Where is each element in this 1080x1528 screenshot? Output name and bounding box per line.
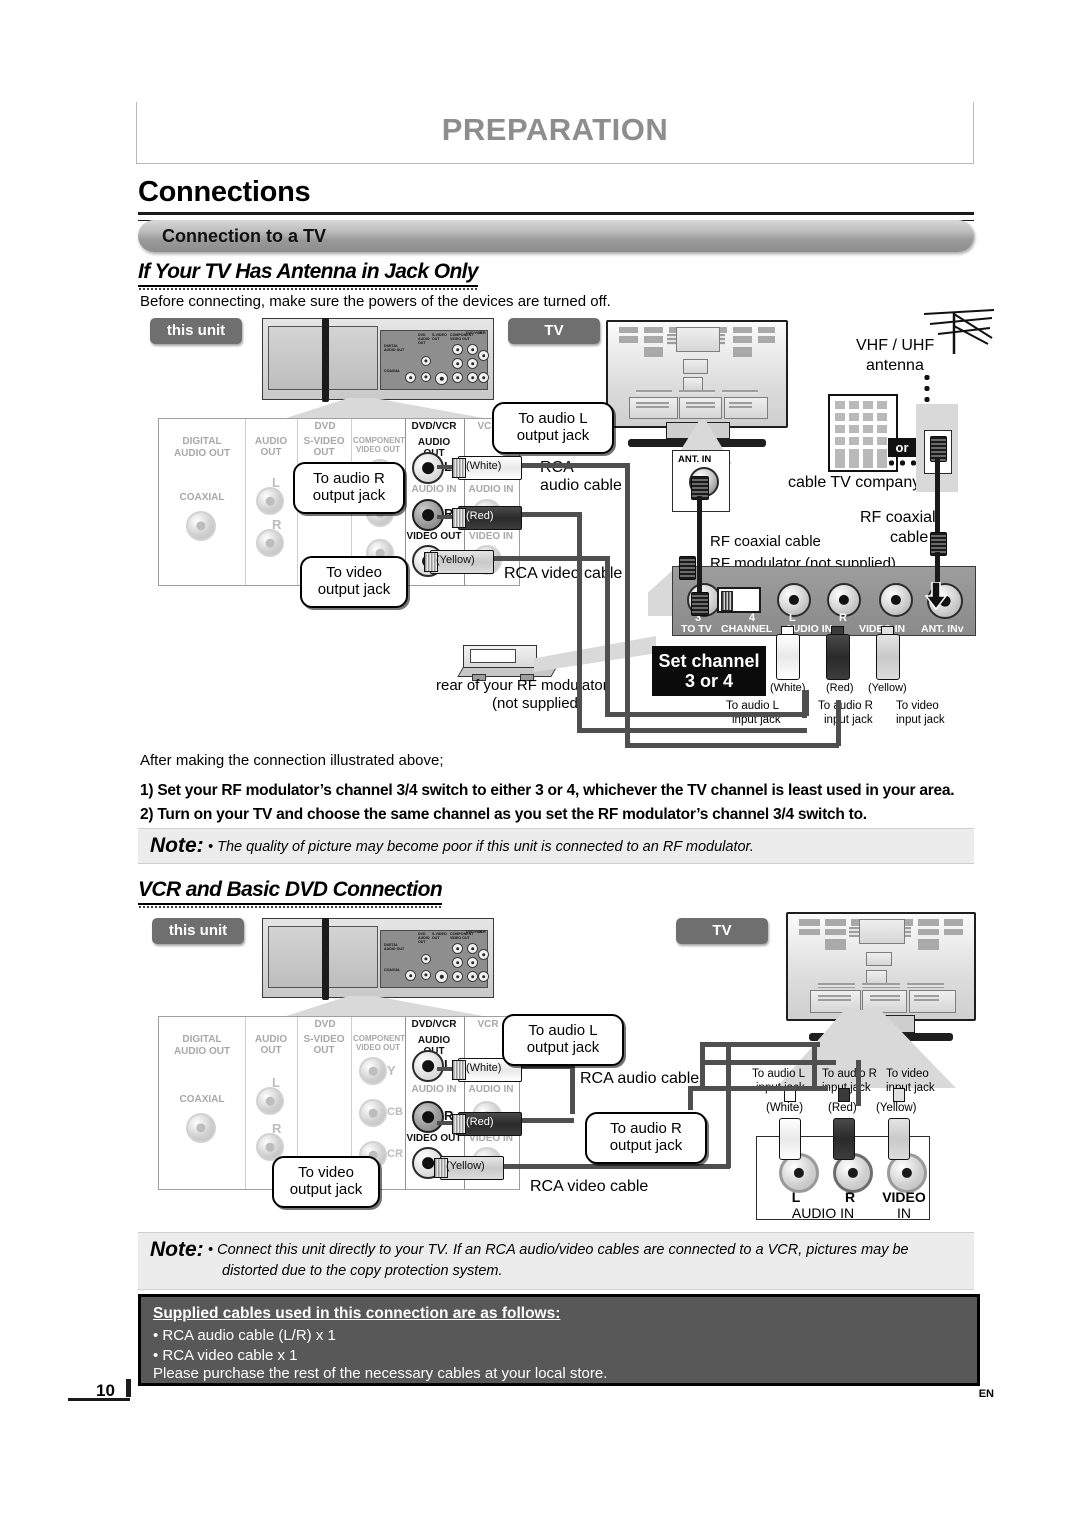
plug-white-2-label: (White) — [466, 1062, 502, 1074]
callout-set-channel: Set channel 3 or 4 — [652, 646, 766, 696]
plug-yellow-2-label: (Yellow) — [446, 1160, 485, 1172]
language-code: EN — [978, 1388, 994, 1400]
panel2-component-l2: VIDEO OUT — [355, 1043, 400, 1052]
page-number-tick — [126, 1379, 131, 1397]
panel2-Y: Y — [387, 1063, 396, 1078]
plug-yellow-1: (Yellow) — [424, 550, 494, 574]
note-text-2b: distorted due to the copy protection sys… — [222, 1263, 503, 1279]
supplied-footer: Please purchase the rest of the necessar… — [153, 1365, 608, 1382]
note-label-2: Note: — [150, 1238, 204, 1261]
panel2-digital-l2: AUDIO OUT — [173, 1046, 231, 1057]
panel2-CR: CR — [387, 1148, 403, 1160]
supplied-item-2: • RCA video cable x 1 — [153, 1347, 298, 1364]
panel2-group-dvdvcr: DVD/VCR — [411, 1019, 457, 1030]
callout-video-output-2: To video output jack — [272, 1156, 380, 1208]
callout-audio-l-output-1: To audio L output jack — [492, 402, 614, 454]
down-arrow-icon — [925, 582, 947, 610]
label-rca-video-2: RCA video cable — [530, 1178, 649, 1195]
tv-panel-VIDEO: VIDEO — [882, 1189, 926, 1205]
supplied-item-1: • RCA audio cable (L/R) x 1 — [153, 1327, 336, 1344]
panel2-audio-out-l2: OUT — [260, 1045, 282, 1056]
callout-audio-l-output-2: To audio L output jack — [502, 1014, 624, 1066]
plug-red-2: (Red) — [452, 1112, 522, 1136]
tv-panel-audio-in: AUDIO IN — [791, 1205, 855, 1221]
plug-yellow-1-label: (Yellow) — [436, 554, 475, 566]
tv-panel-L: L — [791, 1189, 801, 1205]
plug-red-2-label: (Red) — [466, 1116, 494, 1128]
plug-yellow-tv-label: (Yellow) — [876, 1102, 917, 1114]
panel2-video-out: VIDEO OUT — [406, 1133, 462, 1144]
label-to-audio-l-input-2a: To audio L — [752, 1068, 806, 1080]
panel2-CB: CB — [387, 1106, 403, 1118]
tv-panel-video-in: IN — [897, 1205, 911, 1221]
page-number: 10 — [96, 1381, 115, 1400]
panel2-coaxial: COAXIAL — [179, 1094, 225, 1105]
plug-red-1-label: (Red) — [466, 510, 494, 522]
panel2-digital-l1: DIGITAL — [182, 1034, 222, 1045]
label-rca-audio-2: RCA audio cable — [580, 1070, 700, 1087]
tv-panel-R: R — [844, 1189, 856, 1205]
plug-white-tv-label: (White) — [766, 1102, 804, 1114]
supplied-title: Supplied cables used in this connection … — [153, 1305, 561, 1322]
label-to-audio-r-input-2a: To audio R — [822, 1068, 877, 1080]
callout-video-output-1: To video output jack — [300, 556, 408, 608]
plug-white-1: (White) — [452, 456, 522, 480]
plug-white-1-label: (White) — [466, 460, 502, 472]
tag-tv-2: TV — [676, 918, 768, 944]
panel2-svideo-l1: S-VIDEO — [303, 1034, 345, 1045]
manual-page: PREPARATION Connections Connection to a … — [0, 0, 1080, 1528]
label-to-video-input-2a: To video — [886, 1068, 929, 1080]
callout-audio-r-output-2: To audio R output jack — [585, 1112, 707, 1164]
panel2-vcr-audio-in: AUDIO IN — [468, 1084, 514, 1095]
panel2-svideo-l2: OUT — [313, 1045, 335, 1056]
plug-red-tv-label: (Red) — [828, 1102, 857, 1114]
tag-this-unit-2: this unit — [152, 918, 244, 944]
panel2-group-dvd: DVD — [314, 1019, 336, 1030]
supplied-cables-box: Supplied cables used in this connection … — [138, 1294, 980, 1386]
panel2-audio-in: AUDIO IN — [411, 1084, 457, 1095]
plug-yellow-2: (Yellow) — [434, 1156, 504, 1180]
note-text-2a: • Connect this unit directly to your TV.… — [208, 1242, 909, 1258]
callout-audio-r-output-1: To audio R output jack — [293, 462, 405, 514]
panel2-audio-out-l1: AUDIO — [254, 1034, 288, 1045]
plug-red-1: (Red) — [452, 506, 522, 530]
